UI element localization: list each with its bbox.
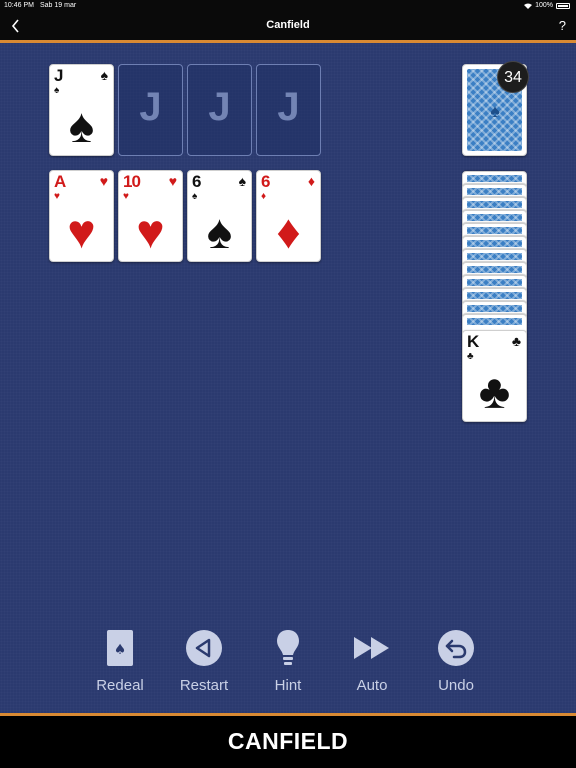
spade-icon: ♠	[192, 191, 198, 202]
hint-label: Hint	[274, 677, 302, 694]
card-rank: 6	[192, 172, 202, 191]
heart-icon: ♥	[136, 206, 165, 259]
spade-icon: ♠	[54, 85, 60, 96]
card-rank: 6	[261, 172, 271, 191]
heart-icon: ♥	[123, 191, 129, 202]
battery-icon	[556, 2, 570, 9]
slot-placeholder-label: J	[139, 85, 162, 129]
heart-icon: ♥	[99, 173, 108, 189]
heart-icon: ♥	[67, 206, 96, 259]
foundation-card[interactable]: J ♠ ♠ ♠	[49, 64, 114, 156]
redeal-label: Redeal	[96, 677, 144, 694]
nav-bar: Canfield ?	[0, 12, 576, 40]
spade-icon: ♠	[206, 206, 233, 259]
diamond-icon: ♦	[307, 173, 315, 189]
wifi-icon	[524, 3, 533, 9]
card-back-pattern	[467, 227, 522, 234]
card-back-pattern	[467, 305, 522, 312]
status-time: 10:46 PM	[4, 2, 34, 9]
undo-button[interactable]: Undo	[416, 627, 496, 694]
stock-count-badge: 34	[497, 61, 529, 93]
undo-label: Undo	[438, 677, 474, 694]
spade-icon: ♠	[238, 173, 246, 189]
card-rank: A	[54, 172, 66, 191]
heart-icon: ♥	[54, 191, 60, 202]
auto-label: Auto	[356, 677, 388, 694]
card-back-pattern	[467, 240, 522, 247]
hint-button[interactable]: Hint	[248, 627, 328, 694]
diamond-icon: ♦	[276, 206, 301, 259]
card-back-pattern	[467, 201, 522, 208]
svg-text:♠: ♠	[114, 642, 127, 658]
card-rank: J	[54, 66, 64, 85]
redeal-button[interactable]: ♠ Redeal	[80, 627, 160, 694]
status-date: Sab 19 mar	[40, 2, 77, 9]
status-bar: 10:46 PM Sab 19 mar 100%	[0, 0, 576, 12]
spade-icon: ♠	[68, 100, 95, 153]
tableau-card[interactable]: A ♥ ♥ ♥	[49, 170, 114, 262]
foundation-empty-slot[interactable]: J	[187, 64, 252, 156]
tableau-card[interactable]: 10 ♥ ♥ ♥	[118, 170, 183, 262]
card-back-pattern	[467, 175, 522, 182]
foundation-empty-slot[interactable]: J	[118, 64, 183, 156]
club-icon: ♣	[478, 366, 511, 419]
spade-icon: ♠	[490, 101, 500, 121]
tableau-card[interactable]: 6 ♠ ♠ ♠	[187, 170, 252, 262]
club-icon: ♣	[511, 333, 521, 349]
auto-button[interactable]: Auto	[332, 627, 412, 694]
undo-icon	[416, 627, 496, 669]
restart-button[interactable]: Restart	[164, 627, 244, 694]
card-back-pattern	[467, 253, 522, 260]
card-back-pattern	[467, 188, 522, 195]
foundation-empty-slot[interactable]: J	[256, 64, 321, 156]
back-chevron-icon[interactable]	[8, 16, 24, 36]
card-back-pattern	[467, 266, 522, 273]
club-icon: ♣	[467, 351, 474, 362]
diamond-icon: ♦	[261, 191, 267, 202]
card-back-pattern	[467, 292, 522, 299]
tableau-card[interactable]: 6 ♦ ♦ ♦	[256, 170, 321, 262]
card-back-pattern	[467, 318, 522, 325]
game-table: J ♠ ♠ ♠ J J J A ♥ ♥ ♥ 10 ♥ ♥ ♥ 6 ♠ ♠ ♠ 6…	[0, 43, 576, 713]
restart-icon	[164, 627, 244, 669]
spade-icon: ♠	[100, 67, 108, 83]
restart-label: Restart	[179, 677, 229, 694]
page-title: Canfield	[266, 19, 310, 31]
footer-bar: CANFIELD	[0, 716, 576, 768]
reserve-top-card[interactable]: K ♣ ♣ ♣	[462, 330, 527, 422]
card-rank: K	[467, 332, 479, 351]
card-icon: ♠	[80, 627, 160, 669]
help-button[interactable]: ?	[559, 18, 566, 33]
footer-title: CANFIELD	[227, 728, 349, 754]
battery-percent: 100%	[535, 2, 553, 9]
card-rank: 10	[123, 172, 141, 191]
fast-forward-icon	[332, 627, 412, 669]
card-back-pattern	[467, 214, 522, 221]
card-back-pattern	[467, 279, 522, 286]
slot-placeholder-label: J	[277, 85, 300, 129]
lightbulb-icon	[248, 627, 328, 669]
slot-placeholder-label: J	[208, 85, 231, 129]
heart-icon: ♥	[168, 173, 177, 189]
status-indicators: 100%	[524, 2, 570, 9]
